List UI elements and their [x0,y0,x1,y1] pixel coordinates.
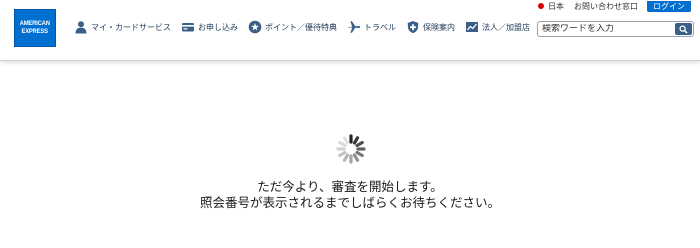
main-nav: マイ・カードサービス お申し込み ポイント／優待特典 トラベル 保険案内 法人／… [74,16,540,38]
nav-item-points[interactable]: ポイント／優待特典 [248,20,337,34]
nav-item-apply[interactable]: お申し込み [181,20,238,34]
person-icon [75,21,87,34]
contact-link[interactable]: お問い合わせ窓口 [574,1,638,12]
nav-item-travel[interactable]: トラベル [347,20,396,34]
airplane-icon [348,21,361,33]
nav-label: トラベル [364,22,396,32]
shield-icon [407,21,419,34]
card-icon [182,23,194,32]
nav-label: マイ・カードサービス [91,22,171,32]
chart-icon [466,22,478,32]
search-box [537,21,694,37]
nav-item-corporate[interactable]: 法人／加盟店 [465,20,530,34]
nav-label: 保険案内 [423,22,455,32]
nav-item-insurance[interactable]: 保険案内 [406,20,455,34]
nav-label: ポイント／優待特典 [265,22,337,32]
japan-flag-icon [538,3,544,9]
utility-bar: 日本 お問い合わせ窓口 ログイン [538,0,700,12]
search-input[interactable] [538,24,676,34]
loading-spinner-icon [336,134,366,164]
site-header: AMERICAN EXPRESS 日本 お問い合わせ窓口 ログイン マイ・カード… [0,0,700,61]
search-icon [679,24,688,34]
status-message-line2: 照会番号が表示されるまでしばらくお待ちください。 [199,195,500,210]
logo-line2: EXPRESS [21,28,49,35]
logo-line1: AMERICAN [19,20,51,27]
amex-logo[interactable]: AMERICAN EXPRESS [14,9,56,47]
star-icon [248,20,262,34]
login-button[interactable]: ログイン [647,0,691,12]
nav-item-my-card-service[interactable]: マイ・カードサービス [74,20,171,34]
nav-label: 法人／加盟店 [482,22,530,32]
search-button[interactable] [675,23,692,35]
nav-label: お申し込み [198,22,238,32]
language-link[interactable]: 日本 [548,1,564,12]
